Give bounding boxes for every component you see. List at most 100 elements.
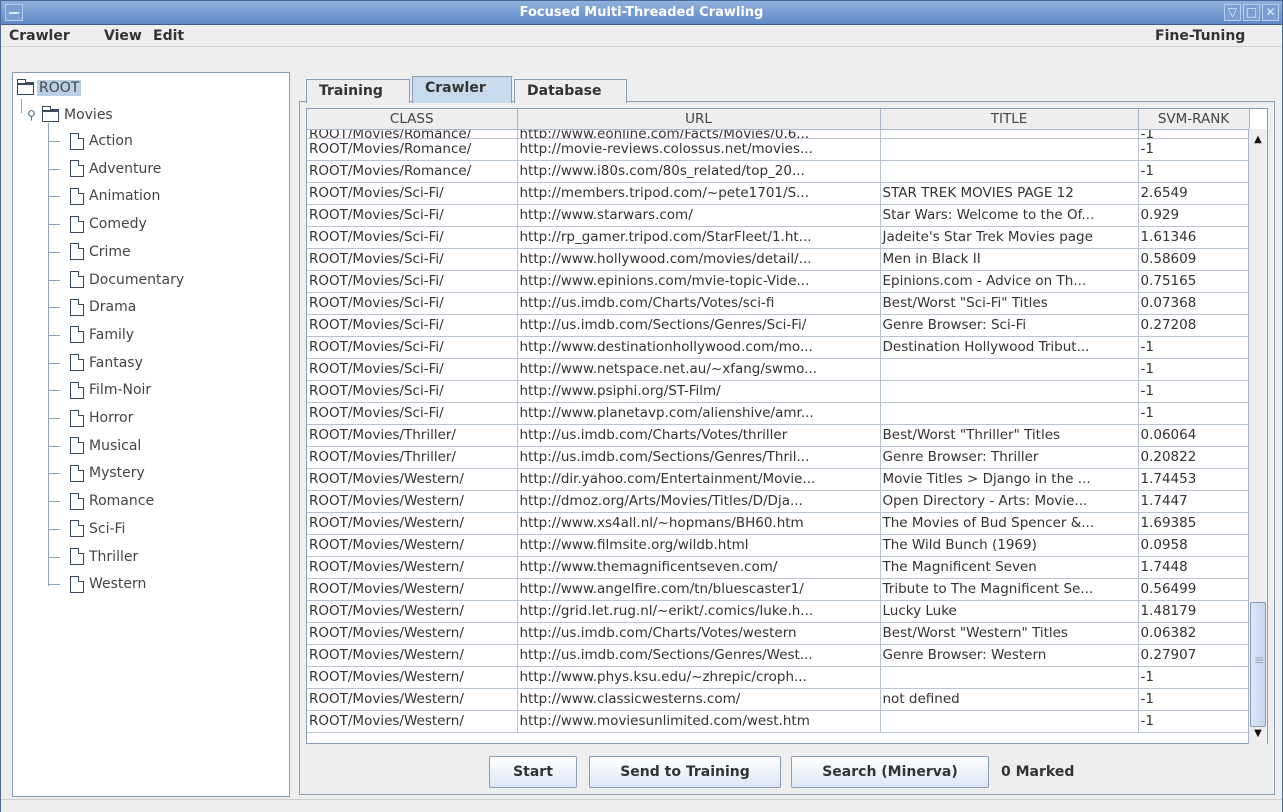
cell-class: ROOT/Movies/Western/: [307, 622, 518, 645]
tree-node-fantasy[interactable]: Fantasy: [70, 353, 143, 373]
table-row[interactable]: ROOT/Movies/Sci-Fi/http://www.destinatio…: [307, 336, 1250, 359]
cell-url: http://www.moviesunlimited.com/west.htm: [517, 710, 881, 733]
table-row[interactable]: ROOT/Movies/Romance/http://www.eonline.c…: [307, 129, 1250, 139]
cell-url: http://www.i80s.com/80s_related/top_20..…: [517, 160, 881, 183]
tree-node-sci-fi[interactable]: Sci-Fi: [70, 519, 125, 539]
table-row[interactable]: ROOT/Movies/Western/http://www.moviesunl…: [307, 710, 1250, 733]
table-row[interactable]: ROOT/Movies/Sci-Fi/http://rp_gamer.tripo…: [307, 226, 1250, 249]
cell-class: ROOT/Movies/Sci-Fi/: [307, 380, 518, 403]
tree-line: [48, 445, 60, 447]
send-to-training-button[interactable]: Send to Training: [589, 756, 781, 788]
document-icon: [70, 215, 84, 233]
tree-node-drama[interactable]: Drama: [70, 297, 136, 317]
results-table[interactable]: CLASS URL TITLE SVM-RANK ROOT/Movies/Rom…: [306, 108, 1268, 744]
tree-node-documentary[interactable]: Documentary: [70, 270, 184, 290]
folder-icon: [17, 78, 34, 95]
tree-node-mystery[interactable]: Mystery: [70, 463, 145, 483]
maximize-icon[interactable]: □: [1243, 4, 1260, 21]
table-scrollbar[interactable]: ▲ ▼: [1248, 129, 1267, 744]
cell-svm-rank: -1: [1138, 336, 1250, 359]
tree-node-western[interactable]: Western: [70, 574, 146, 594]
tree-label: Mystery: [89, 465, 145, 482]
tree-node-animation[interactable]: Animation: [70, 186, 160, 206]
table-row[interactable]: ROOT/Movies/Sci-Fi/http://www.planetavp.…: [307, 402, 1250, 425]
close-icon[interactable]: ✕: [1262, 4, 1279, 21]
table-row[interactable]: ROOT/Movies/Western/http://us.imdb.com/S…: [307, 644, 1250, 667]
tree-node-thriller[interactable]: Thriller: [70, 547, 138, 567]
tree-node-root[interactable]: ROOT: [17, 78, 82, 98]
column-header-svm-rank[interactable]: SVM-RANK: [1138, 109, 1250, 130]
table-row[interactable]: ROOT/Movies/Sci-Fi/http://www.starwars.c…: [307, 204, 1250, 227]
menu-bar: Crawler View Edit Fine-Tuning: [1, 25, 1282, 47]
table-row[interactable]: ROOT/Movies/Western/http://grid.let.rug.…: [307, 600, 1250, 623]
table-row[interactable]: ROOT/Movies/Sci-Fi/http://www.epinions.c…: [307, 270, 1250, 293]
column-header-title[interactable]: TITLE: [880, 109, 1139, 130]
minimize-icon[interactable]: ▽: [1224, 4, 1241, 21]
table-row[interactable]: ROOT/Movies/Sci-Fi/http://www.hollywood.…: [307, 248, 1250, 271]
document-icon: [70, 243, 84, 261]
search-minerva-button[interactable]: Search (Minerva): [791, 756, 989, 788]
tree-expand-toggle-icon[interactable]: ⚲: [27, 108, 36, 122]
column-header-class[interactable]: CLASS: [307, 109, 518, 130]
menu-view[interactable]: View: [104, 28, 142, 44]
table-row[interactable]: ROOT/Movies/Sci-Fi/http://us.imdb.com/Se…: [307, 314, 1250, 337]
tree-label: Western: [89, 576, 147, 593]
table-row[interactable]: ROOT/Movies/Western/http://dir.yahoo.com…: [307, 468, 1250, 491]
tree-node-film-noir[interactable]: Film-Noir: [70, 380, 151, 400]
column-header-url[interactable]: URL: [517, 109, 881, 130]
tree-line: [48, 307, 60, 309]
table-row[interactable]: ROOT/Movies/Thriller/http://us.imdb.com/…: [307, 446, 1250, 469]
scroll-up-icon[interactable]: ▲: [1249, 131, 1267, 149]
table-row[interactable]: ROOT/Movies/Romance/http://movie-reviews…: [307, 138, 1250, 161]
tree-node-crime[interactable]: Crime: [70, 242, 131, 262]
tree-node-adventure[interactable]: Adventure: [70, 159, 161, 179]
table-row[interactable]: ROOT/Movies/Sci-Fi/http://us.imdb.com/Ch…: [307, 292, 1250, 315]
cell-url: http://us.imdb.com/Sections/Genres/West.…: [517, 644, 881, 667]
cell-url: http://www.destinationhollywood.com/mo..…: [517, 336, 881, 359]
menu-edit[interactable]: Edit: [153, 28, 184, 44]
table-row[interactable]: ROOT/Movies/Western/http://us.imdb.com/C…: [307, 622, 1250, 645]
folder-icon: [42, 105, 59, 122]
table-row[interactable]: ROOT/Movies/Western/http://www.classicwe…: [307, 688, 1250, 711]
start-button[interactable]: Start: [489, 756, 577, 788]
tree-line: [48, 279, 60, 281]
document-icon: [70, 132, 84, 150]
cell-svm-rank: 0.58609: [1138, 248, 1250, 271]
tree-node-action[interactable]: Action: [70, 131, 133, 151]
tree-node-romance[interactable]: Romance: [70, 491, 154, 511]
table-row[interactable]: ROOT/Movies/Romance/http://www.i80s.com/…: [307, 160, 1250, 183]
table-row[interactable]: ROOT/Movies/Sci-Fi/http://www.psiphi.org…: [307, 380, 1250, 403]
tab-database[interactable]: Database: [514, 79, 627, 103]
tree-node-horror[interactable]: Horror: [70, 408, 133, 428]
cell-url: http://us.imdb.com/Charts/Votes/thriller: [517, 424, 881, 447]
table-row[interactable]: ROOT/Movies/Western/http://www.themagnif…: [307, 556, 1250, 579]
tree-line: [48, 390, 60, 392]
cell-svm-rank: -1: [1138, 380, 1250, 403]
tab-crawler[interactable]: Crawler: [412, 76, 512, 103]
scroll-thumb[interactable]: [1250, 602, 1266, 727]
table-row[interactable]: ROOT/Movies/Western/http://www.angelfire…: [307, 578, 1250, 601]
cell-svm-rank: 2.6549: [1138, 182, 1250, 205]
cell-class: ROOT/Movies/Romance/: [307, 138, 518, 161]
cell-class: ROOT/Movies/Sci-Fi/: [307, 292, 518, 315]
table-row[interactable]: ROOT/Movies/Thriller/http://us.imdb.com/…: [307, 424, 1250, 447]
tab-training[interactable]: Training: [306, 79, 410, 103]
tree-node-musical[interactable]: Musical: [70, 436, 141, 456]
title-bar[interactable]: Focused Multi-Threaded Crawling ▽ □ ✕: [1, 1, 1282, 25]
table-row[interactable]: ROOT/Movies/Western/http://dmoz.org/Arts…: [307, 490, 1250, 513]
menu-fine-tuning[interactable]: Fine-Tuning: [1155, 28, 1245, 44]
tree-node-comedy[interactable]: Comedy: [70, 214, 147, 234]
table-row[interactable]: ROOT/Movies/Western/http://www.phys.ksu.…: [307, 666, 1250, 689]
table-row[interactable]: ROOT/Movies/Sci-Fi/http://www.netspace.n…: [307, 358, 1250, 381]
category-tree[interactable]: ROOT ⚲ Movies Action Adventure Animation Co…: [12, 72, 290, 797]
table-row[interactable]: ROOT/Movies/Western/http://www.xs4all.nl…: [307, 512, 1250, 535]
tree-node-family[interactable]: Family: [70, 325, 134, 345]
table-row[interactable]: ROOT/Movies/Sci-Fi/http://members.tripod…: [307, 182, 1250, 205]
cell-svm-rank: -1: [1138, 688, 1250, 711]
scroll-down-icon[interactable]: ▼: [1249, 725, 1267, 743]
cell-title: [880, 138, 1139, 161]
tree-node-movies[interactable]: Movies: [42, 105, 113, 125]
table-row[interactable]: ROOT/Movies/Western/http://www.filmsite.…: [307, 534, 1250, 557]
menu-crawler[interactable]: Crawler: [9, 28, 70, 44]
cell-title: [880, 358, 1139, 381]
